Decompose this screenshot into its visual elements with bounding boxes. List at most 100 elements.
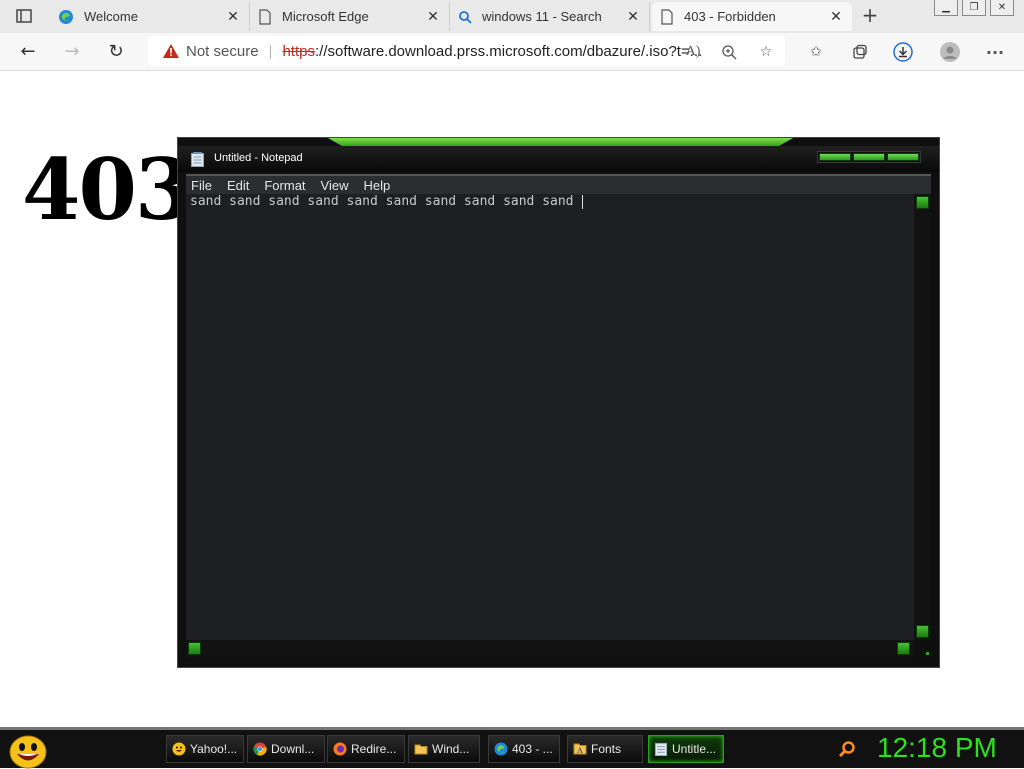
new-tab-button[interactable]: + bbox=[858, 5, 882, 27]
close-tab-icon[interactable]: ✕ bbox=[425, 9, 441, 25]
taskbar-item-label: Yahoo!... bbox=[190, 742, 238, 756]
notepad-maximize-button[interactable] bbox=[853, 153, 885, 161]
forward-button[interactable]: → bbox=[58, 38, 86, 64]
taskbar-item-label: Wind... bbox=[432, 742, 470, 756]
tab-windows-search[interactable]: windows 11 - Search ✕ bbox=[450, 2, 650, 31]
tab-actions-icon bbox=[16, 9, 32, 23]
minimize-icon: ▁ bbox=[942, 2, 950, 13]
tab-actions-button[interactable] bbox=[8, 6, 40, 26]
vertical-scrollbar[interactable] bbox=[914, 194, 931, 640]
firefox-icon bbox=[333, 742, 347, 756]
favorites-icon: ✩ bbox=[810, 44, 822, 60]
taskbar-item-label: Redire... bbox=[351, 742, 397, 756]
close-tab-icon[interactable]: ✕ bbox=[625, 9, 641, 25]
edge-icon bbox=[59, 9, 73, 24]
settings-menu-button[interactable]: ··· bbox=[985, 42, 1005, 62]
taskbar-item-edge[interactable]: 403 - ... bbox=[488, 735, 560, 763]
refresh-icon: ↻ bbox=[108, 40, 124, 62]
notepad-text-area[interactable]: sand sand sand sand sand sand sand sand … bbox=[186, 194, 914, 640]
taskbar-item-chrome[interactable]: Downl... bbox=[247, 735, 325, 763]
taskbar-item-label: Fonts bbox=[591, 742, 622, 756]
notepad-title-bar[interactable]: Untitled - Notepad bbox=[178, 146, 939, 172]
download-icon bbox=[893, 42, 913, 62]
tab-title: Welcome bbox=[84, 9, 138, 24]
notepad-window-controls bbox=[817, 151, 921, 163]
close-tab-icon[interactable]: ✕ bbox=[828, 9, 844, 25]
scroll-up-button[interactable] bbox=[916, 196, 929, 209]
browser-tab-strip: Welcome ✕ Microsoft Edge ✕ windows 11 - … bbox=[0, 0, 1024, 33]
taskbar-item-label: Untitle... bbox=[672, 742, 717, 756]
taskbar-clock[interactable]: 12:18 PM bbox=[877, 732, 997, 764]
notepad-icon bbox=[191, 152, 204, 167]
add-favorite-button[interactable]: ☆ bbox=[756, 42, 776, 62]
downloads-button[interactable] bbox=[893, 42, 913, 62]
smiley-icon bbox=[172, 742, 186, 756]
resize-grip-icon[interactable] bbox=[916, 642, 930, 656]
error-code-heading: 403 bbox=[22, 140, 193, 239]
notepad-title: Untitled - Notepad bbox=[214, 152, 303, 164]
address-separator: | bbox=[268, 42, 273, 60]
close-icon: ✕ bbox=[997, 2, 1007, 13]
minimize-button[interactable]: ▁ bbox=[934, 0, 958, 16]
back-button[interactable]: ← bbox=[14, 38, 42, 64]
arrow-left-icon: ← bbox=[20, 40, 36, 62]
chrome-icon bbox=[253, 742, 267, 756]
menu-format[interactable]: Format bbox=[259, 178, 311, 193]
menu-edit[interactable]: Edit bbox=[222, 178, 255, 193]
zoom-in-icon bbox=[722, 45, 737, 60]
taskbar-item-fonts[interactable]: A Fonts bbox=[567, 735, 643, 763]
search-icon[interactable] bbox=[838, 740, 856, 758]
start-smiley-icon[interactable] bbox=[8, 733, 48, 769]
document-text: sand sand sand sand sand sand sand sand … bbox=[190, 194, 582, 209]
menu-help[interactable]: Help bbox=[358, 178, 396, 193]
page-icon bbox=[661, 8, 673, 25]
scroll-left-button[interactable] bbox=[188, 642, 201, 655]
avatar-icon bbox=[940, 42, 960, 62]
taskbar-item-firefox[interactable]: Redire... bbox=[327, 735, 405, 763]
read-aloud-button[interactable]: A) bbox=[683, 42, 703, 62]
notepad-icon bbox=[654, 742, 668, 756]
url-text: ://software.download.prss.microsoft.com/… bbox=[314, 42, 703, 60]
page-icon bbox=[259, 8, 271, 25]
taskbar-item-windows-folder[interactable]: Wind... bbox=[408, 735, 480, 763]
svg-text:A: A bbox=[577, 746, 583, 755]
horizontal-scrollbar[interactable] bbox=[186, 640, 914, 657]
collections-button[interactable] bbox=[850, 42, 870, 62]
tab-welcome[interactable]: Welcome ✕ bbox=[50, 2, 250, 31]
refresh-button[interactable]: ↻ bbox=[102, 38, 130, 64]
read-aloud-icon: A) bbox=[685, 44, 701, 59]
fonts-icon: A bbox=[573, 743, 587, 755]
text-caret bbox=[582, 194, 584, 209]
taskbar: Yahoo!... Downl... Redire... Wind... 403… bbox=[0, 727, 1024, 769]
notepad-menu-bar: File Edit Format View Help bbox=[186, 174, 931, 194]
zoom-button[interactable] bbox=[719, 42, 739, 62]
taskbar-item-label: Downl... bbox=[271, 742, 315, 756]
favorites-button[interactable]: ✩ bbox=[806, 42, 826, 62]
taskbar-item-notepad[interactable]: Untitle... bbox=[648, 735, 724, 763]
security-label[interactable]: Not secure bbox=[186, 43, 259, 60]
folder-icon bbox=[414, 744, 428, 755]
window-controls: ▁ ❐ ✕ bbox=[934, 0, 1014, 16]
more-icon: ··· bbox=[985, 42, 1005, 62]
scroll-right-button[interactable] bbox=[897, 642, 910, 655]
text-content: sand sand sand sand sand sand sand sand … bbox=[190, 194, 584, 209]
tab-title: 403 - Forbidden bbox=[684, 9, 776, 24]
notepad-window: Untitled - Notepad File Edit Format View… bbox=[177, 137, 940, 668]
restore-button[interactable]: ❐ bbox=[962, 0, 986, 16]
notepad-close-button[interactable] bbox=[887, 153, 919, 161]
menu-file[interactable]: File bbox=[186, 178, 218, 193]
close-window-button[interactable]: ✕ bbox=[990, 0, 1014, 16]
close-tab-icon[interactable]: ✕ bbox=[225, 9, 241, 25]
collections-icon bbox=[853, 44, 867, 59]
taskbar-item-yahoo[interactable]: Yahoo!... bbox=[166, 735, 244, 763]
scroll-down-button[interactable] bbox=[916, 625, 929, 638]
tab-title: Microsoft Edge bbox=[282, 9, 369, 24]
search-icon bbox=[459, 10, 472, 24]
menu-view[interactable]: View bbox=[316, 178, 355, 193]
profile-button[interactable] bbox=[940, 42, 960, 62]
tab-microsoft-edge[interactable]: Microsoft Edge ✕ bbox=[250, 2, 450, 31]
tab-403-forbidden[interactable]: 403 - Forbidden ✕ bbox=[652, 2, 852, 31]
notepad-minimize-button[interactable] bbox=[819, 153, 851, 161]
tab-title: windows 11 - Search bbox=[482, 9, 602, 24]
taskbar-item-label: 403 - ... bbox=[512, 742, 553, 756]
